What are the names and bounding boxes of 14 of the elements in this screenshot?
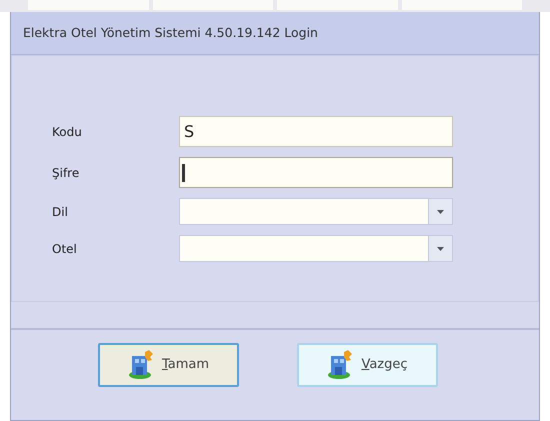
field-label: Dil (52, 204, 69, 220)
dropdown-arrow-icon[interactable] (437, 246, 444, 250)
field-label: Otel (52, 240, 78, 258)
input-field[interactable]: S (179, 116, 453, 147)
building-icon (128, 350, 156, 380)
dialog-button[interactable]: Vazgeç (297, 343, 438, 387)
field-label: Şifre (52, 164, 80, 182)
field-label: Kodu (52, 124, 83, 140)
window-title: Elektra Otel Yönetim Sistemi 4.50.19.142 Login (23, 24, 318, 42)
dialog-button[interactable]: Tamam (98, 343, 239, 387)
dropdown-field[interactable] (179, 235, 453, 262)
dropdown-arrow-icon[interactable] (437, 210, 444, 214)
input-field[interactable] (179, 157, 453, 188)
dropdown-field[interactable] (179, 198, 453, 225)
